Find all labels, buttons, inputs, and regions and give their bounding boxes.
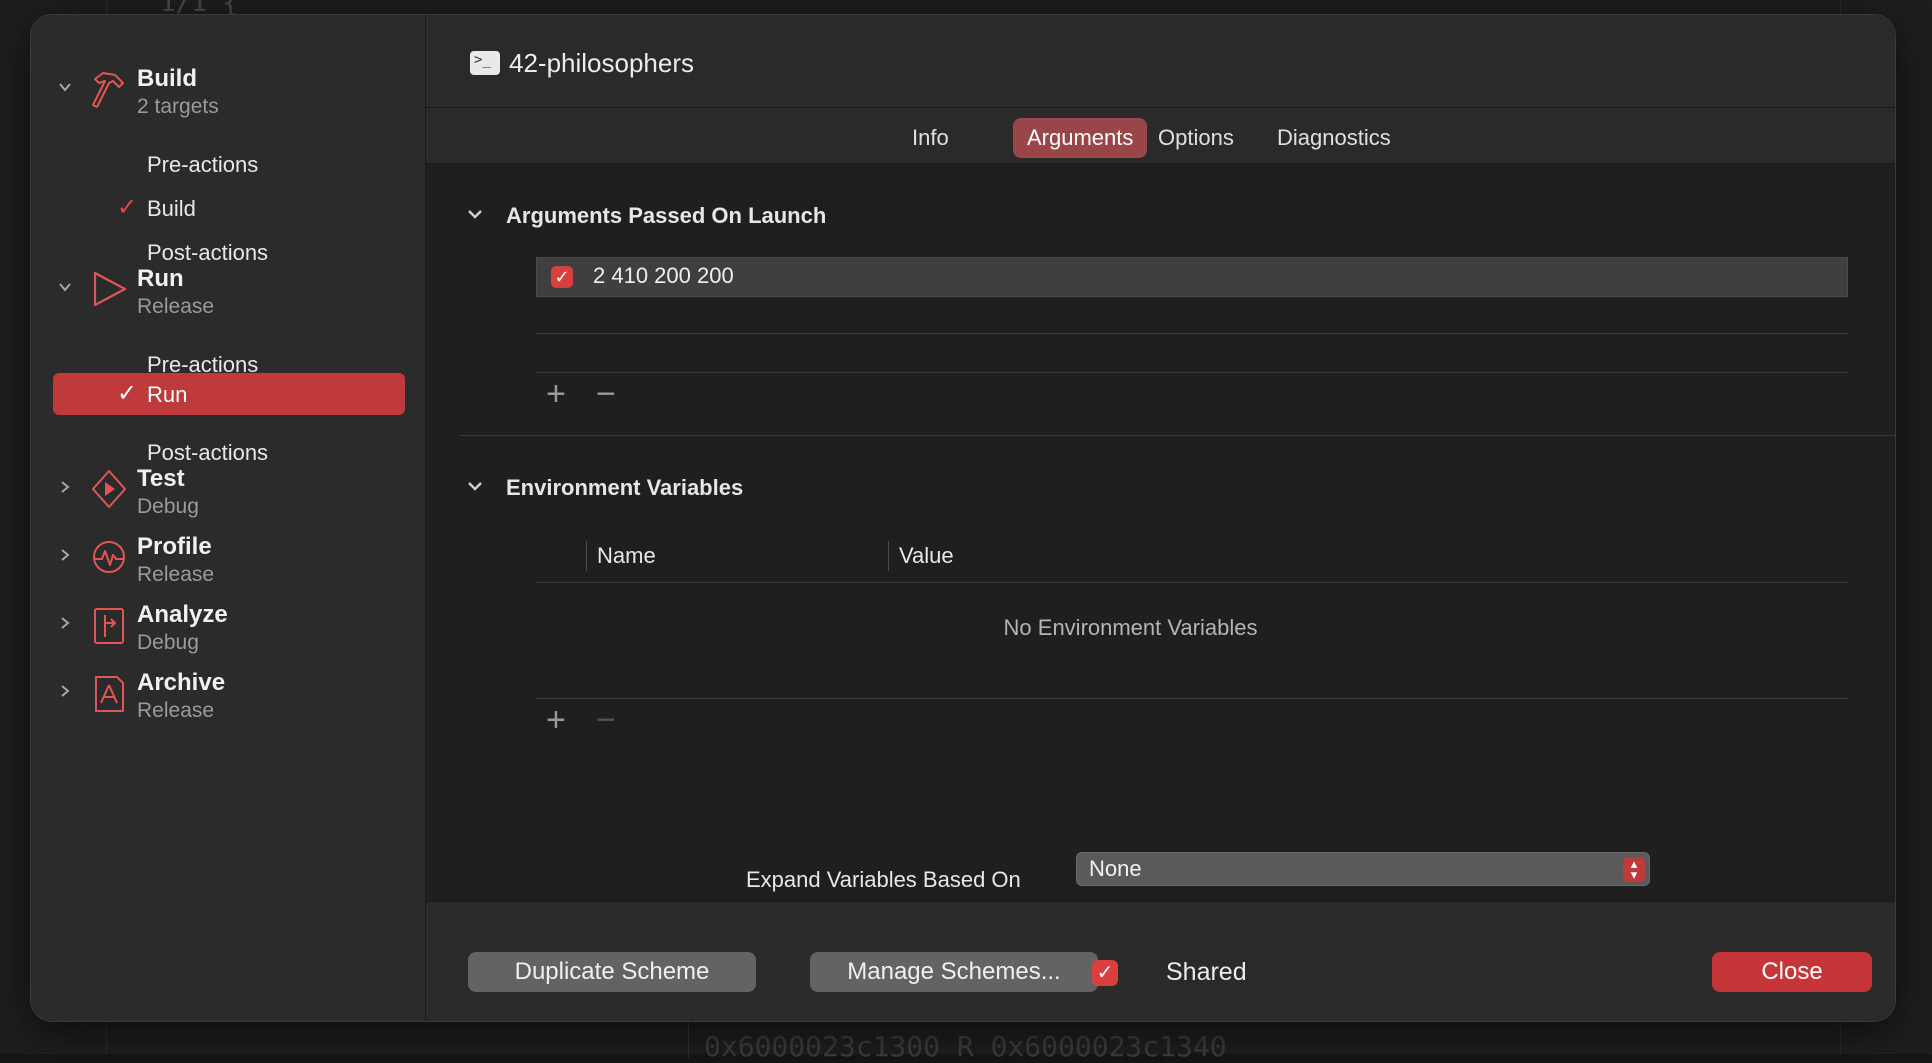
tab-options[interactable]: Options [1144,118,1248,158]
updown-arrows-icon[interactable]: ▴ ▾ [1623,857,1645,882]
dialog-footer: Duplicate Scheme Manage Schemes... ✓ Sha… [426,901,1895,1021]
hammer-icon [89,67,129,111]
sidebar-group-title: Archive [137,669,226,696]
sidebar-group-run[interactable]: Run Release [31,263,425,319]
chevron-down-icon[interactable] [57,279,73,295]
expand-variables-label: Expand Variables Based On [746,867,1021,892]
sidebar-item-build-pre-actions[interactable]: Pre-actions [53,143,405,185]
shared-checkbox[interactable]: ✓ [1092,960,1118,986]
tab-info[interactable]: Info [898,118,963,158]
scheme-editor-dialog: Build 2 targets Pre-actions ✓ Build Post… [30,14,1896,1022]
sidebar-group-subtitle: Release [137,563,215,586]
sidebar-group-analyze[interactable]: Analyze Debug [31,599,425,655]
chevron-right-icon[interactable] [57,683,73,699]
sidebar-group-test[interactable]: Test Debug [31,463,425,519]
close-button[interactable]: Close [1712,952,1872,992]
sidebar-group-subtitle: Debug [137,495,199,518]
section-title: Arguments Passed On Launch [506,203,827,228]
sidebar-group-subtitle: Release [137,699,215,722]
chevron-right-icon[interactable] [57,615,73,631]
chevron-right-icon[interactable] [57,547,73,563]
checkmark-icon: ✓ [117,194,138,221]
divider [536,582,1848,583]
sidebar-group-title: Analyze [137,601,228,628]
scheme-detail-panel: >_ 42-philosophers Info Arguments Option… [426,15,1895,1021]
empty-environment-message: No Environment Variables [1003,615,1258,640]
sidebar-item-run-run[interactable]: ✓ Run [53,373,405,415]
column-separator [888,541,889,571]
section-title: Environment Variables [506,475,744,500]
sidebar-group-title: Profile [137,533,212,560]
archive-icon [89,671,129,715]
sidebar-group-title: Test [137,465,185,492]
sidebar-item-label: Run [147,382,188,407]
sidebar-group-profile[interactable]: Profile Release [31,531,425,587]
scheme-header: >_ 42-philosophers [426,15,1895,108]
column-separator [586,541,587,571]
argument-value[interactable]: 2 410 200 200 [593,263,734,289]
manage-schemes-button[interactable]: Manage Schemes... [810,952,1098,992]
remove-variable-button: − [596,701,616,739]
scheme-actions-sidebar: Build 2 targets Pre-actions ✓ Build Post… [31,15,426,1021]
divider [536,333,1848,334]
remove-argument-button[interactable]: − [596,377,616,411]
tab-arguments[interactable]: Arguments [1013,118,1148,158]
chevron-down-icon[interactable] [466,477,484,500]
sidebar-item-label: Pre-actions [147,152,259,177]
tab-bar: Info Arguments Options Diagnostics [426,108,1895,164]
argument-enabled-checkbox[interactable]: ✓ [551,266,573,288]
chevron-right-icon[interactable] [57,479,73,495]
sidebar-item-build-build[interactable]: ✓ Build [53,187,405,229]
scheme-title: 42-philosophers [509,48,695,78]
divider [536,372,1848,373]
sidebar-group-title: Build [137,65,197,92]
argument-row[interactable]: ✓ 2 410 200 200 [536,257,1848,297]
column-header-name[interactable]: Name [597,543,656,569]
column-header-value[interactable]: Value [899,543,954,569]
sidebar-group-subtitle: 2 targets [137,95,219,118]
checkmark-icon: ✓ [117,380,138,407]
select-value: None [1089,856,1142,881]
divider [536,698,1848,699]
sidebar-item-label: Build [147,196,196,221]
sidebar-group-subtitle: Debug [137,631,199,654]
editor-bottom-text: 0x6000023c1300 R 0x6000023c1340 [704,1030,1227,1063]
expand-variables-select[interactable]: None ▴ ▾ [1076,852,1650,886]
add-variable-button[interactable]: + [546,703,566,737]
sidebar-group-build[interactable]: Build 2 targets [31,63,425,119]
chevron-down-icon[interactable] [57,79,73,95]
duplicate-scheme-button[interactable]: Duplicate Scheme [468,952,756,992]
profile-gauge-icon [89,535,129,579]
analyze-icon [89,603,129,647]
section-divider [460,435,1895,436]
chevron-down-icon[interactable] [466,205,484,228]
play-icon [89,267,129,311]
tab-diagnostics[interactable]: Diagnostics [1263,118,1405,158]
sidebar-group-archive[interactable]: Archive Release [31,667,425,723]
sidebar-group-subtitle: Release [137,295,215,318]
terminal-icon: >_ [470,51,500,75]
shared-label[interactable]: Shared [1166,958,1247,987]
add-argument-button[interactable]: + [546,377,566,411]
sidebar-group-title: Run [137,265,184,292]
test-diamond-icon [89,467,129,511]
